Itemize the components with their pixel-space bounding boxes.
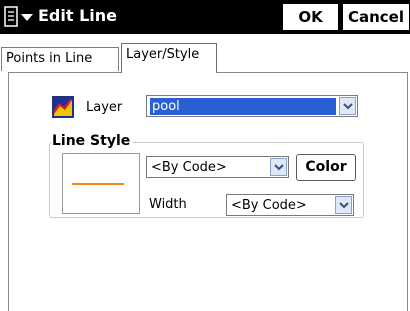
chevron-down-icon[interactable] [335, 196, 352, 214]
cancel-button[interactable]: Cancel [342, 3, 410, 31]
start-menu-icon [4, 6, 33, 27]
color-button[interactable]: Color [296, 154, 356, 181]
ok-button[interactable]: OK [282, 3, 339, 31]
layer-label: Layer [86, 100, 123, 115]
tab-layer-style[interactable]: Layer/Style [121, 43, 217, 73]
start-menu-button[interactable] [1, 1, 37, 33]
line-style-select[interactable]: <By Code> [146, 156, 289, 178]
tab-points-in-line[interactable]: Points in Line [1, 47, 119, 71]
layer-icon [51, 95, 75, 119]
window-title: Edit Line [38, 6, 118, 25]
layer-select[interactable]: pool [146, 95, 358, 117]
line-preview-stroke [72, 183, 124, 185]
line-style-group-title: Line Style [52, 132, 134, 150]
width-select[interactable]: <By Code> [226, 194, 354, 216]
width-label: Width [149, 197, 187, 212]
line-style-select-value: <By Code> [151, 160, 227, 175]
layer-select-value: pool [150, 98, 336, 115]
width-select-value: <By Code> [231, 198, 307, 213]
chevron-down-icon[interactable] [339, 97, 356, 115]
chevron-down-icon[interactable] [270, 158, 287, 176]
